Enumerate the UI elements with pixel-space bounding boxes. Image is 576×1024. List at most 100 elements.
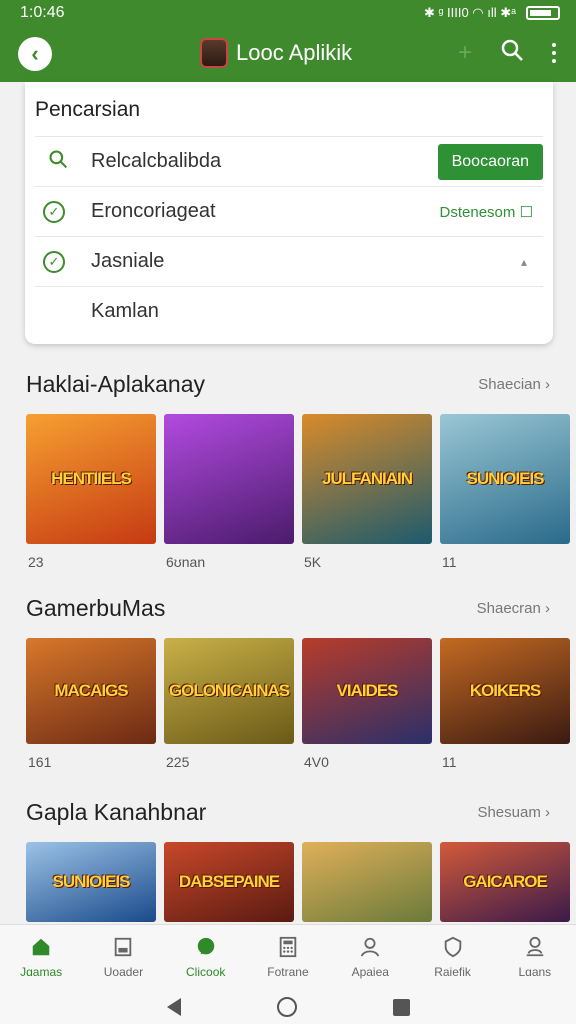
app-card[interactable]: VIAIDES 4V0 xyxy=(302,638,432,770)
section-title: Haklai-Aplakanay xyxy=(26,370,205,397)
search-icon xyxy=(43,149,73,175)
app-thumbnail[interactable] xyxy=(302,842,432,922)
see-all-link[interactable]: Shesuam › xyxy=(477,804,550,821)
app-card[interactable]: 6ʊnan xyxy=(164,414,294,570)
app-count: 161 xyxy=(28,754,52,770)
app-card[interactable] xyxy=(302,842,432,922)
app-thumbnail[interactable]: DABSEPAINE xyxy=(164,842,294,922)
section-header: Gapla Kanahbnar Shesuam › xyxy=(26,794,550,830)
option-link[interactable]: Dstenesom ☐ xyxy=(440,203,543,221)
app-card[interactable]: GOLONICAINAS 225 xyxy=(164,638,294,770)
app-thumbnail[interactable]: HENTIIELS xyxy=(26,414,156,544)
more-vert-icon[interactable] xyxy=(552,43,556,63)
search-input[interactable]: Relcalcbalibda xyxy=(73,150,438,173)
app-thumbnail[interactable]: KOIKERS xyxy=(440,638,570,744)
search-icon[interactable] xyxy=(500,38,524,68)
back-arrow-icon: ‹ xyxy=(31,41,39,66)
thumbnail-title: HENTIIELS xyxy=(51,469,132,488)
thumbnail-title: GAICAROE xyxy=(463,872,548,891)
nav-label: Clicook xyxy=(186,965,226,979)
see-all-link[interactable]: Shaecian › xyxy=(478,376,550,393)
app-bar: 1:0:46 ✱ ᵍ ΙΙΙΙ0 ◠ ıll ✱ᵃ ‹ Looc Aplikik… xyxy=(0,0,576,82)
see-all-link[interactable]: Shaecran › xyxy=(477,600,550,617)
app-thumbnail[interactable]: SUNIOIEIS xyxy=(26,842,156,922)
battery-icon xyxy=(526,6,560,20)
document-icon xyxy=(110,935,136,959)
system-recents-icon[interactable] xyxy=(392,998,410,1016)
nav-item[interactable]: Fotrane xyxy=(252,935,324,979)
app-card[interactable]: SUNIOIEIS xyxy=(26,842,156,922)
app-thumbnail[interactable]: VIAIDES xyxy=(302,638,432,744)
bottom-navigation: Jɑamas Uoader Clicook Fotrane Apaiea Rai… xyxy=(0,924,576,1024)
app-card[interactable]: MACAIGS 161 xyxy=(26,638,156,770)
thumbnail-title: VIAIDES xyxy=(336,681,398,700)
app-thumbnail[interactable]: GOLONICAINAS xyxy=(164,638,294,744)
app-thumbnail[interactable] xyxy=(164,414,294,544)
nav-item[interactable]: Apaiea xyxy=(334,935,406,979)
toolbar-actions: + xyxy=(458,38,556,68)
back-button[interactable]: ‹ xyxy=(18,37,52,71)
section-haklai: Haklai-Aplakanay Shaecian › HENTIIELS 23 … xyxy=(26,366,570,570)
nav-label: Lɑans xyxy=(518,965,552,979)
option-row[interactable]: ✓ Jasniale ▴ xyxy=(35,236,543,286)
app-count: 6ʊnan xyxy=(166,554,206,570)
section-gamer: GamerbuMas Shaecran › MACAIGS 161 GOLONIC… xyxy=(26,590,570,770)
thumbnail-title: MACAIGS xyxy=(54,681,128,700)
search-button[interactable]: Boocaoran xyxy=(437,143,543,180)
app-card[interactable]: JULFANIAIN 5K xyxy=(302,414,432,570)
calculator-icon xyxy=(275,935,301,959)
caret-icon[interactable]: ▴ xyxy=(521,255,543,269)
thumbnail-title: JULFANIAIN xyxy=(321,469,413,488)
nav-label: Jɑamas xyxy=(20,965,63,979)
nav-item[interactable]: Uoader xyxy=(87,935,159,979)
chat-icon xyxy=(193,935,219,959)
nav-item[interactable]: Clicook xyxy=(170,935,242,979)
app-avatar xyxy=(200,38,228,68)
add-icon[interactable]: + xyxy=(458,39,472,67)
app-count: 225 xyxy=(166,754,190,770)
system-home-icon[interactable] xyxy=(276,997,297,1017)
app-count: 4V0 xyxy=(304,754,329,770)
option-label: Eroncoriageat xyxy=(91,200,216,222)
status-icons-text: ✱ ᵍ ΙΙΙΙ0 ◠ ıll ✱ᵃ xyxy=(424,5,516,20)
search-card-title: Pencarsian xyxy=(35,98,141,121)
option-label: Jasniale xyxy=(91,250,165,272)
nav-item[interactable]: Raiefik xyxy=(417,935,489,979)
thumbnail-title: DABSEPAINE xyxy=(178,872,280,891)
option-label: Kamlan xyxy=(91,300,159,322)
nav-item[interactable]: Lɑans xyxy=(499,935,571,979)
account-icon xyxy=(522,935,548,959)
app-card[interactable]: SUNIOIEIS 11 xyxy=(440,414,570,570)
check-circle-icon: ✓ xyxy=(43,250,65,273)
status-icons: ✱ ᵍ ΙΙΙΙ0 ◠ ıll ✱ᵃ xyxy=(424,5,560,21)
thumbnail-title: SUNIOIEIS xyxy=(466,469,545,488)
app-thumbnail[interactable]: JULFANIAIN xyxy=(302,414,432,544)
app-thumbnail[interactable]: SUNIOIEIS xyxy=(440,414,570,544)
person-icon xyxy=(357,935,383,959)
status-time: 1:0:46 xyxy=(20,4,65,21)
nav-item[interactable]: Jɑamas xyxy=(5,935,77,979)
search-row[interactable]: Relcalcbalibda Boocaoran xyxy=(35,136,543,186)
app-card[interactable]: GAICAROE xyxy=(440,842,570,922)
app-count: 11 xyxy=(442,754,457,770)
app-card[interactable]: DABSEPAINE xyxy=(164,842,294,922)
app-card[interactable]: HENTIIELS 23 xyxy=(26,414,156,570)
check-circle-icon: ✓ xyxy=(43,200,65,223)
option-row[interactable]: Kamlan xyxy=(35,286,543,336)
card-row: HENTIIELS 23 6ʊnan JULFANIAIN 5K SUNIOIEIS… xyxy=(26,414,570,570)
app-count: 5K xyxy=(304,554,322,570)
section-header: Haklai-Aplakanay Shaecian › xyxy=(26,366,550,402)
app-thumbnail[interactable]: GAICAROE xyxy=(440,842,570,922)
system-nav-bar xyxy=(0,989,576,1024)
app-card[interactable]: KOIKERS 11 xyxy=(440,638,570,770)
app-thumbnail[interactable]: MACAIGS xyxy=(26,638,156,744)
nav-items: Jɑamas Uoader Clicook Fotrane Apaiea Rai… xyxy=(0,925,576,989)
nav-label: Fotrane xyxy=(267,965,309,979)
thumbnail-title: SUNIOIEIS xyxy=(52,872,131,891)
system-back-icon[interactable] xyxy=(166,998,181,1016)
toolbar: ‹ Looc Aplikik + xyxy=(0,26,576,82)
thumbnail-title: GOLONICAINAS xyxy=(168,681,290,700)
search-card: Pencarsian Relcalcbalibda Boocaoran ✓ Er… xyxy=(25,82,553,344)
section-gapla: Gapla Kanahbnar Shesuam › SUNIOIEIS DABS… xyxy=(26,794,570,922)
option-row[interactable]: ✓ Eroncoriageat Dstenesom ☐ xyxy=(35,186,543,236)
